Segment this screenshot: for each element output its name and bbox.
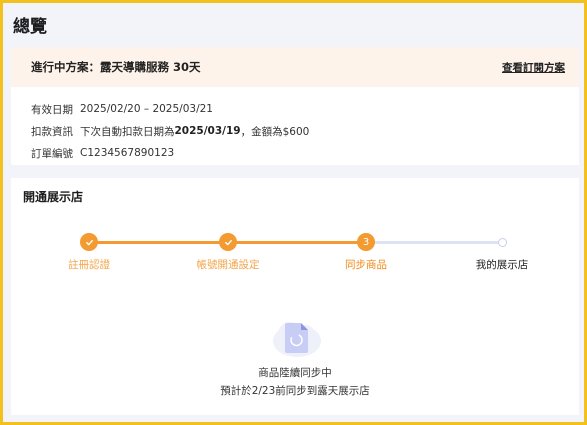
step-3-number: 3	[357, 233, 375, 251]
step-3-label: 同步商品	[345, 259, 387, 271]
step-1-check-icon	[80, 233, 98, 251]
plan-info: 有效日期 2025/02/20 – 2025/03/21 扣款資訊 下次自動扣款…	[11, 87, 579, 164]
view-subscription-link[interactable]: 查看訂閱方案	[502, 60, 565, 75]
billing-date: 2025/03/19	[174, 125, 241, 137]
store-activation-card: 開通展示店 3 註冊認證 帳號開通設定 同步商品 我的展示店 商品陸續同步中 預…	[11, 178, 579, 415]
progress-line-pending	[366, 241, 503, 244]
order-row: 訂單編號 C1234567890123	[31, 142, 579, 164]
billing-prefix: 下次自動扣款日期為	[80, 125, 175, 138]
billing-label: 扣款資訊	[31, 125, 73, 138]
plan-header: 進行中方案：露天導購服務 30天 查看訂閱方案	[11, 47, 579, 87]
plan-card: 進行中方案：露天導購服務 30天 查看訂閱方案 有效日期 2025/02/20 …	[11, 47, 579, 165]
validity-row: 有效日期 2025/02/20 – 2025/03/21	[31, 98, 579, 120]
overview-panel: 總覽 進行中方案：露天導購服務 30天 查看訂閱方案 有效日期 2025/02/…	[0, 0, 587, 425]
sync-document-icon	[269, 313, 325, 359]
sync-eta-message: 預計於2/23前同步到露天展示店	[220, 385, 370, 397]
order-label: 訂單編號	[31, 147, 73, 160]
billing-row: 扣款資訊 下次自動扣款日期為 2025/03/19 ，金額為$600	[31, 120, 579, 142]
validity-label: 有效日期	[31, 103, 73, 116]
validity-value: 2025/02/20 – 2025/03/21	[80, 103, 213, 115]
current-plan-label: 進行中方案：露天導購服務 30天	[31, 60, 201, 74]
sync-status-message: 商品陸續同步中	[258, 367, 332, 379]
step-2-label: 帳號開通設定	[196, 259, 260, 271]
step-4-label: 我的展示店	[475, 259, 529, 271]
step-1-label: 註冊認證	[68, 259, 110, 271]
page-title: 總覽	[13, 17, 47, 37]
step-2-check-icon	[219, 233, 237, 251]
step-4-pending-dot	[498, 238, 507, 247]
order-number: C1234567890123	[80, 147, 175, 159]
billing-amount: ，金額為$600	[240, 125, 310, 138]
